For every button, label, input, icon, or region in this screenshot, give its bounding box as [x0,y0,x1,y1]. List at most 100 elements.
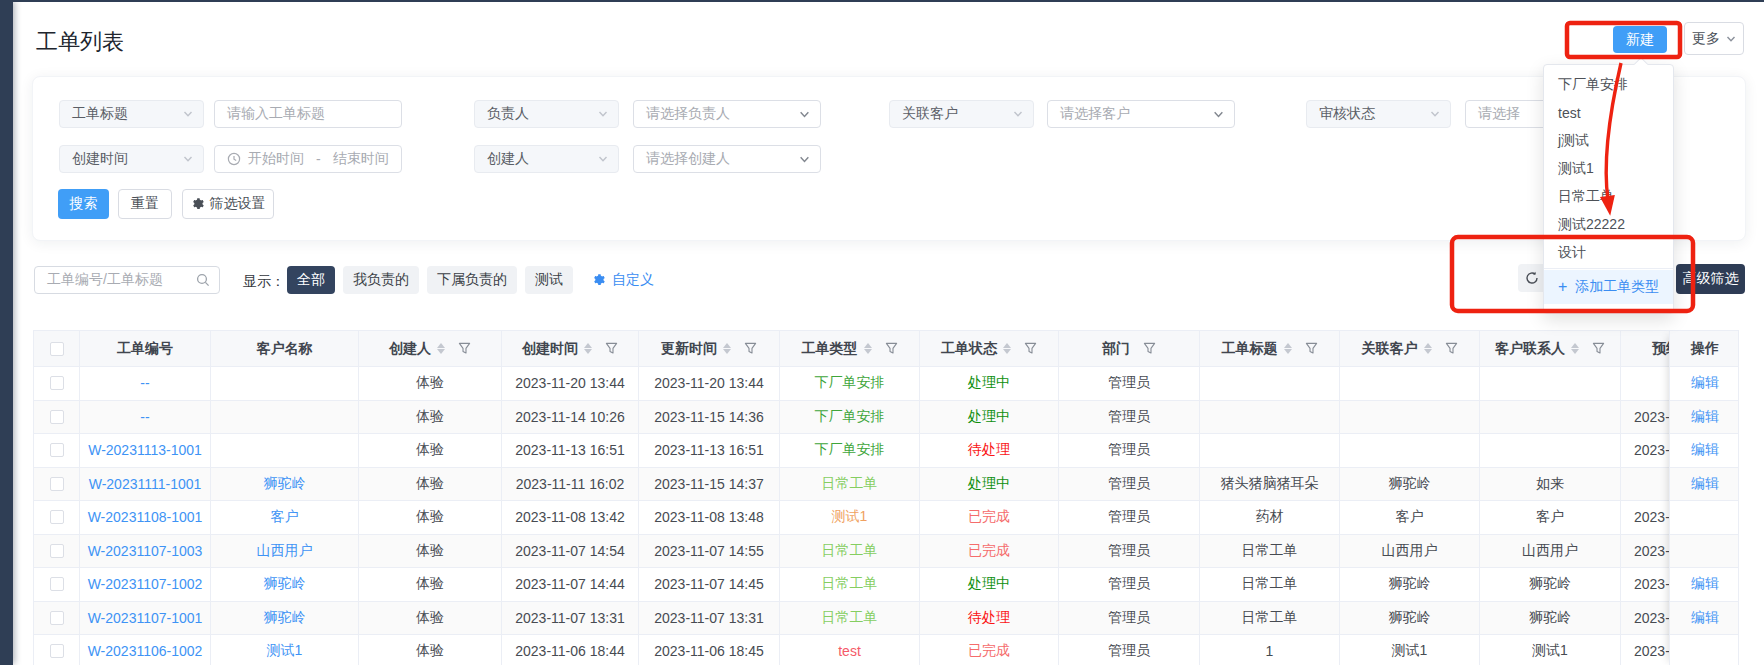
cell-text[interactable]: W-20231111-1001 [89,476,202,492]
cell-status: 已完成 [920,635,1059,665]
filter-field-select-owner[interactable]: 负责人 [474,100,619,128]
filter-field-select-creator[interactable]: 创建人 [474,145,619,173]
cell-op: 编辑 [1670,434,1739,468]
create-button[interactable]: 新建 [1613,26,1667,53]
cell-text: 处理中 [968,475,1010,493]
dropdown-item[interactable]: 设计 [1544,239,1673,267]
cell-creator: 体验 [359,568,502,602]
sidebar-collapsed-strip [0,0,13,665]
cell-text[interactable]: 客户 [271,508,299,526]
dropdown-item[interactable]: 测试1 [1544,155,1673,183]
search-button[interactable]: 搜索 [58,189,109,219]
filter-funnel-icon[interactable] [1592,342,1605,355]
cell-text[interactable]: W-20231106-1002 [88,643,203,659]
sort-carets-icon[interactable] [437,343,445,354]
filter-field-select-audit-status[interactable]: 审核状态 [1306,100,1451,128]
filter-funnel-icon[interactable] [1305,342,1318,355]
filter-field-select-customer[interactable]: 关联客户 [889,100,1034,128]
filter-field-select-created-time[interactable]: 创建时间 [59,145,204,173]
reset-button[interactable]: 重置 [118,189,172,219]
edit-link[interactable]: 编辑 [1691,609,1719,627]
dropdown-item[interactable]: 下厂单安排 [1544,71,1673,99]
column-header-sel [34,331,80,367]
cell-text[interactable]: W-20231107-1003 [88,543,203,559]
filter-funnel-icon[interactable] [605,342,618,355]
filter-funnel-icon[interactable] [744,342,757,355]
row-checkbox[interactable] [50,477,64,491]
dropdown-item[interactable]: j测试 [1544,127,1673,155]
cell-text[interactable]: 狮驼岭 [264,609,306,627]
dropdown-item[interactable]: test [1544,99,1673,127]
cell-code: W-20231113-1001 [80,434,211,468]
edit-link[interactable]: 编辑 [1691,475,1719,493]
display-tab[interactable]: 测试 [525,266,573,294]
row-checkbox[interactable] [50,611,64,625]
dropdown-item[interactable]: 日常工单 [1544,183,1673,211]
customer-select[interactable]: 请选择客户 [1047,100,1235,128]
column-header-dept: 部门 [1059,331,1200,367]
column-label: 工单状态 [941,340,997,358]
row-checkbox[interactable] [50,510,64,524]
edit-link[interactable]: 编辑 [1691,575,1719,593]
cell-text[interactable]: 山西用户 [257,542,313,560]
row-checkbox[interactable] [50,376,64,390]
filter-settings-button[interactable]: 筛选设置 [182,189,274,219]
title-keyword-input[interactable]: 请输入工单标题 [214,100,402,128]
order-search-input[interactable]: 工单编号/工单标题 [34,266,220,294]
table-row: W-20231113-1001体验2023-11-13 16:512023-11… [34,434,1739,468]
sort-carets-icon[interactable] [584,343,592,354]
sort-carets-icon[interactable] [1284,343,1292,354]
add-work-order-type-item[interactable]: + 添加工单类型 [1544,270,1673,304]
cell-text[interactable]: W-20231107-1001 [88,610,203,626]
filter-funnel-icon[interactable] [1024,342,1037,355]
filter-funnel-icon[interactable] [458,342,471,355]
cell-text[interactable]: 测试1 [267,642,303,660]
customize-button[interactable]: 自定义 [592,266,654,294]
row-checkbox[interactable] [50,577,64,591]
cell-text[interactable]: W-20231113-1001 [88,442,202,458]
display-tab[interactable]: 全部 [287,266,335,294]
sort-carets-icon[interactable] [1424,343,1432,354]
column-label: 关联客户 [1362,340,1418,358]
cell-text[interactable]: 狮驼岭 [264,475,306,493]
cell-text: 客户 [1396,508,1424,526]
creator-select[interactable]: 请选择创建人 [633,145,821,173]
row-checkbox[interactable] [50,544,64,558]
filter-funnel-icon[interactable] [1445,342,1458,355]
sort-carets-icon[interactable] [1571,343,1579,354]
select-all-checkbox[interactable] [50,342,64,356]
row-checkbox[interactable] [50,443,64,457]
cell-text: 2023-11-07 14:54 [515,543,625,559]
filter-funnel-icon[interactable] [885,342,898,355]
display-tab[interactable]: 下属负责的 [427,266,517,294]
cell-text[interactable]: -- [140,375,149,391]
cell-text: 山西用户 [1382,542,1438,560]
more-button[interactable]: 更多 [1684,22,1744,55]
sort-carets-icon[interactable] [1003,343,1011,354]
cell-code: W-20231108-1001 [80,501,211,535]
cell-text[interactable]: -- [140,409,149,425]
edit-link[interactable]: 编辑 [1691,441,1719,459]
sort-carets-icon[interactable] [864,343,872,354]
display-tab[interactable]: 我负责的 [343,266,419,294]
cell-text[interactable]: 狮驼岭 [264,575,306,593]
owner-select[interactable]: 请选择负责人 [633,100,821,128]
cell-text: 2023-11-20 13:44 [515,375,625,391]
filter-funnel-icon[interactable] [1143,342,1156,355]
edit-link[interactable]: 编辑 [1691,374,1719,392]
cell-text[interactable]: W-20231107-1002 [88,576,203,592]
dropdown-item[interactable]: 测试22222 [1544,211,1673,239]
row-checkbox[interactable] [50,410,64,424]
cell-text[interactable]: W-20231108-1001 [88,509,203,525]
cell-updated: 2023-11-07 14:55 [639,535,780,569]
advanced-filter-button[interactable]: 高级筛选 [1676,264,1745,294]
filter-field-select-title[interactable]: 工单标题 [59,100,204,128]
table-row: W-20231107-1001狮驼岭体验2023-11-07 13:312023… [34,602,1739,636]
cell-text: 2023-11-15 14:36 [654,409,764,425]
created-time-range-picker[interactable]: 开始时间 - 结束时间 [214,145,402,173]
cell-text: 狮驼岭 [1529,575,1571,593]
edit-link[interactable]: 编辑 [1691,408,1719,426]
sort-carets-icon[interactable] [723,343,731,354]
cell-status: 处理中 [920,568,1059,602]
row-checkbox[interactable] [50,644,64,658]
